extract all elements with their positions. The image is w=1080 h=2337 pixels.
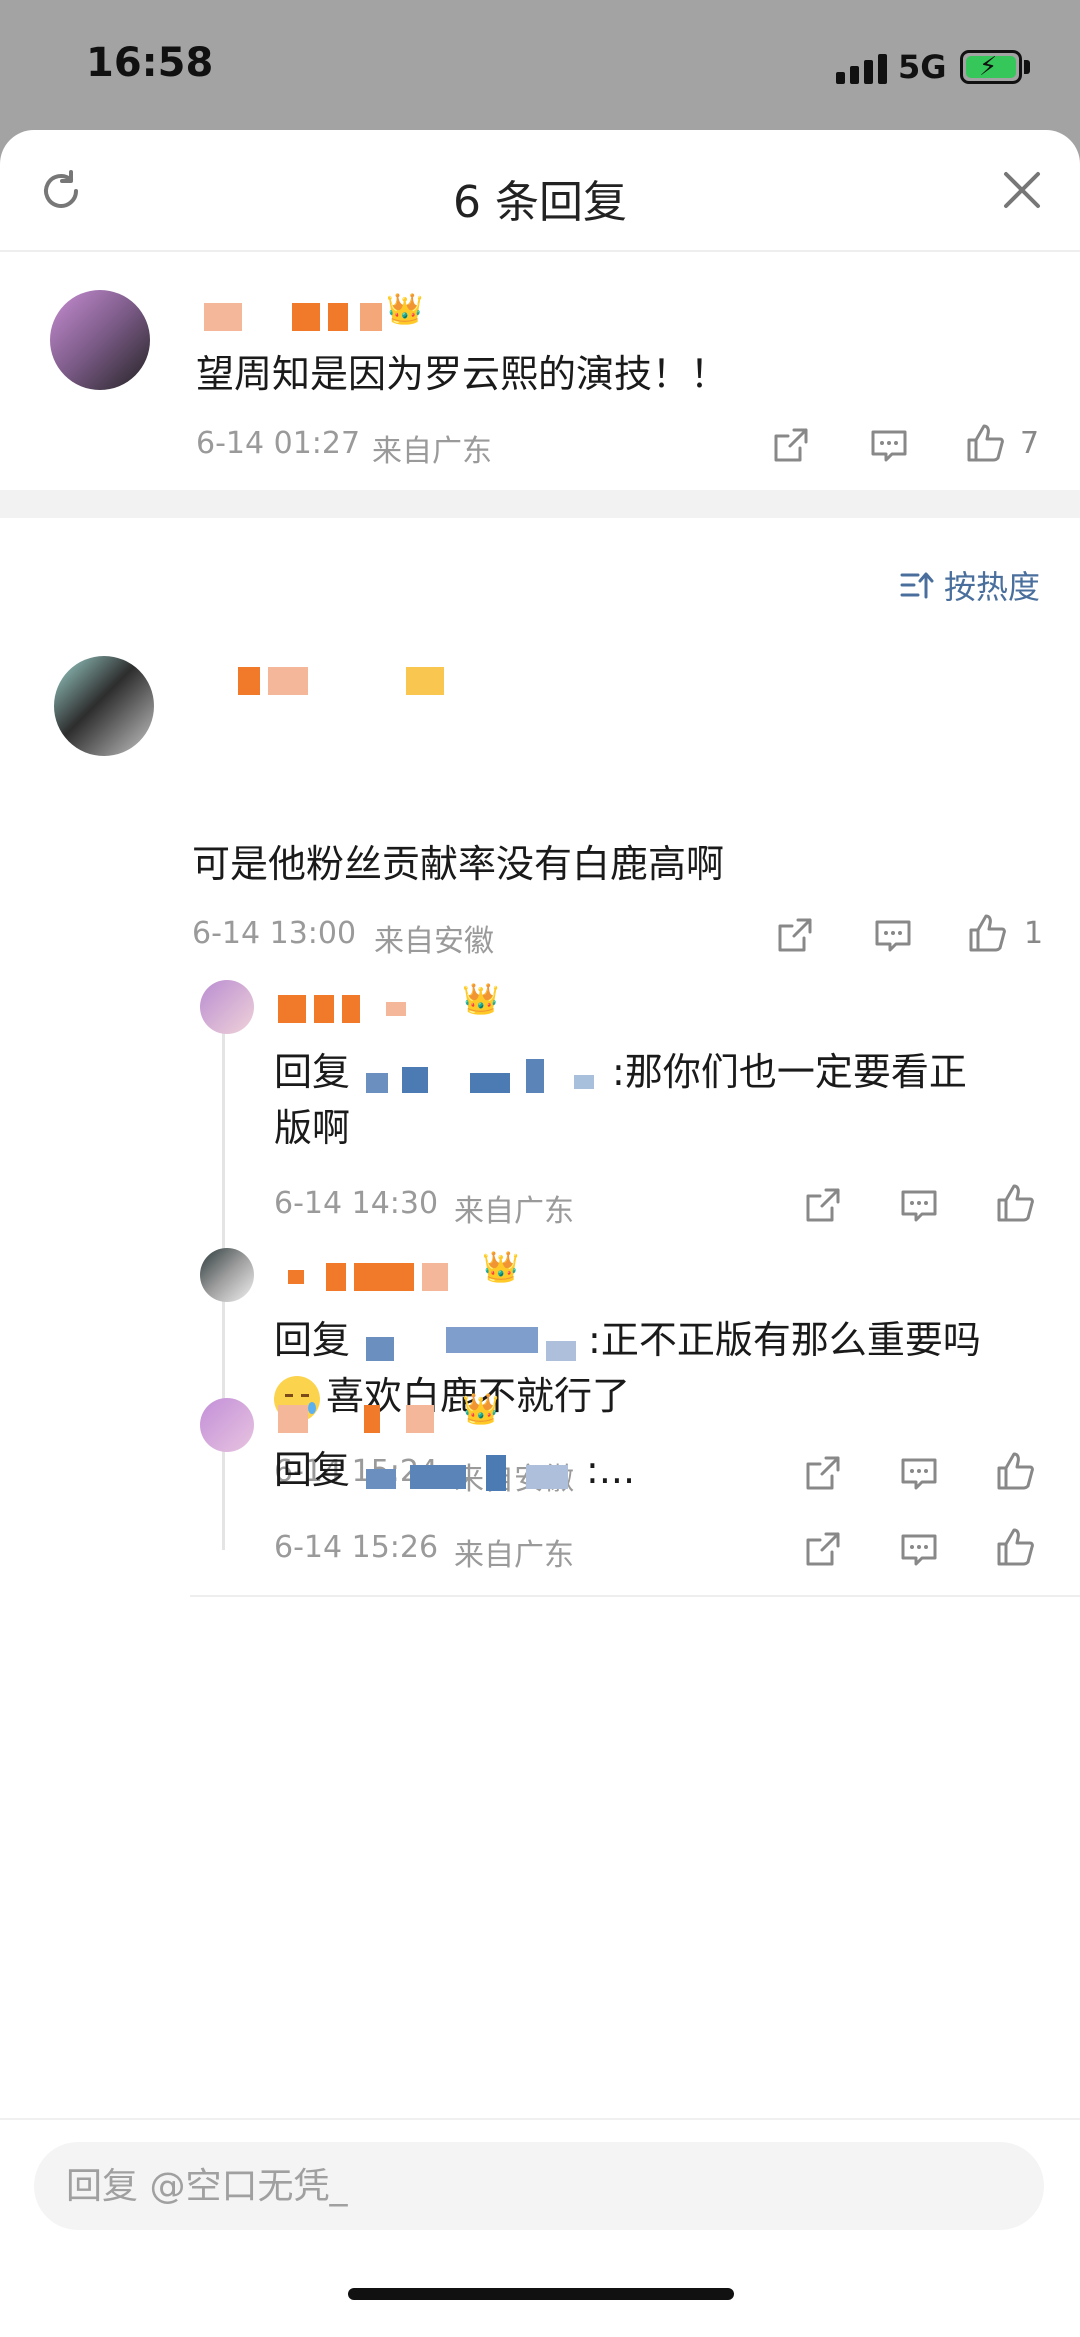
username[interactable] xyxy=(278,1402,434,1436)
network-type: 5G xyxy=(898,48,947,86)
crown-badge-icon: 👑 xyxy=(462,1392,500,1427)
comment-icon[interactable] xyxy=(868,424,910,466)
sheet-title: 6 条回复 xyxy=(453,177,627,228)
like-count: 1 xyxy=(1024,916,1044,951)
comment-icon[interactable] xyxy=(898,1184,940,1226)
sort-by-hot-button[interactable]: 按热度 xyxy=(900,562,1040,608)
crown-badge-icon: 👑 xyxy=(386,292,424,327)
reply-input[interactable] xyxy=(34,2142,1044,2230)
comment-time: 6-14 13:00 xyxy=(192,916,357,951)
mention-link[interactable] xyxy=(350,1055,612,1095)
sort-label: 按热度 xyxy=(943,568,1040,606)
share-icon[interactable] xyxy=(802,1452,844,1494)
avatar[interactable] xyxy=(200,1248,254,1302)
comment-icon[interactable] xyxy=(898,1452,940,1494)
avatar[interactable] xyxy=(200,980,254,1034)
section-divider xyxy=(0,490,1080,518)
comment-text: 望周知是因为罗云熙的演技！！ xyxy=(196,352,729,396)
reply-prefix: 回复 xyxy=(274,1448,351,1492)
username[interactable] xyxy=(204,300,382,334)
reply-text: 回复 :... xyxy=(274,1442,635,1498)
avatar[interactable] xyxy=(50,290,150,390)
close-icon[interactable] xyxy=(1000,168,1044,212)
comment-icon[interactable] xyxy=(872,914,914,956)
battery-icon: ⚡ xyxy=(960,50,1022,84)
sheet-header: 6 条回复 xyxy=(0,130,1080,252)
username[interactable] xyxy=(288,1260,448,1294)
comment-location: 来自广东 xyxy=(372,434,492,469)
reply-bar xyxy=(0,2118,1080,2337)
status-bar: 16:58 5G ⚡ xyxy=(0,0,1080,130)
reply-text-line1: :正不正版有那么重要吗 xyxy=(588,1318,981,1362)
reply-text-line2: 版啊 xyxy=(274,1106,351,1150)
comment-text: 可是他粉丝贡献率没有白鹿高啊 xyxy=(192,842,725,886)
like-icon[interactable] xyxy=(964,422,1006,464)
replies-sheet: 6 条回复 👑 望周知是因为罗云熙的演技！！ 6-14 01:27 来自广东 7… xyxy=(0,130,1080,2337)
share-icon[interactable] xyxy=(774,914,816,956)
sort-icon xyxy=(900,572,934,599)
avatar[interactable] xyxy=(54,656,154,756)
comment-time: 6-14 01:27 xyxy=(196,426,361,461)
like-icon[interactable] xyxy=(966,912,1008,954)
crown-badge-icon: 👑 xyxy=(462,982,500,1017)
mention-link[interactable] xyxy=(350,1453,586,1493)
thread-end-divider xyxy=(190,1595,1080,1597)
signal-icon xyxy=(836,52,888,84)
mention-link[interactable] xyxy=(350,1323,588,1363)
username[interactable] xyxy=(238,664,444,698)
share-icon[interactable] xyxy=(802,1528,844,1570)
like-count: 7 xyxy=(1020,426,1040,461)
reply-text: 回复 :那你们也一定要看正 版啊 xyxy=(274,1044,967,1156)
like-icon[interactable] xyxy=(994,1526,1036,1568)
comment-icon[interactable] xyxy=(898,1528,940,1570)
like-icon[interactable] xyxy=(994,1182,1036,1224)
crown-badge-icon: 👑 xyxy=(482,1250,520,1285)
home-indicator[interactable] xyxy=(348,2288,734,2300)
reply-text-line1: :... xyxy=(586,1448,636,1492)
reply-time: 6-14 15:26 xyxy=(274,1530,439,1565)
share-icon[interactable] xyxy=(802,1184,844,1226)
comment-location: 来自安徽 xyxy=(374,924,494,959)
status-time: 16:58 xyxy=(86,40,214,86)
reply-time: 6-14 14:30 xyxy=(274,1186,439,1221)
like-icon[interactable] xyxy=(994,1450,1036,1492)
reply-text-line1: :那你们也一定要看正 xyxy=(612,1050,967,1094)
reply-prefix: 回复 xyxy=(274,1318,351,1362)
avatar[interactable] xyxy=(200,1398,254,1452)
share-icon[interactable] xyxy=(770,424,812,466)
reply-location: 来自广东 xyxy=(454,1538,574,1573)
reply-location: 来自广东 xyxy=(454,1194,574,1229)
username[interactable] xyxy=(278,992,406,1026)
battery-cap xyxy=(1024,60,1030,74)
reply-prefix: 回复 xyxy=(274,1050,351,1094)
